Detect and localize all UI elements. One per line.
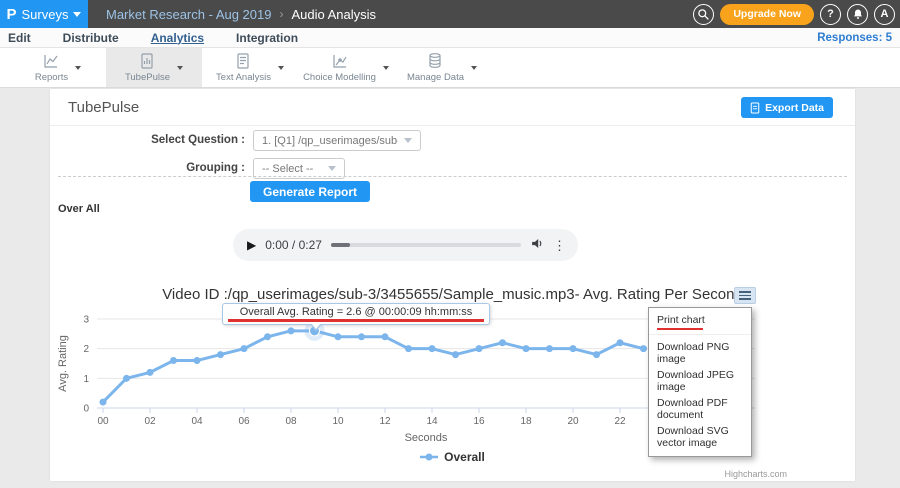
- chart-context-menu-button[interactable]: [734, 287, 756, 304]
- svg-text:2: 2: [83, 344, 89, 355]
- menu-item-download-png[interactable]: Download PNG image: [649, 339, 751, 367]
- menu-item-download-svg[interactable]: Download SVG vector image: [649, 423, 751, 451]
- svg-text:14: 14: [426, 416, 438, 427]
- volume-button[interactable]: [530, 237, 544, 253]
- tooltip-arrow: [310, 324, 322, 331]
- chevron-down-icon: [278, 66, 284, 70]
- svg-text:20: 20: [567, 416, 579, 427]
- product-switcher[interactable]: P Surveys: [0, 0, 88, 28]
- choice-chart-icon: [331, 52, 349, 70]
- speaker-icon: [530, 237, 544, 250]
- menu-item-download-jpeg[interactable]: Download JPEG image: [649, 367, 751, 395]
- annotation-underline: [228, 319, 484, 322]
- search-icon: [697, 8, 710, 21]
- audio-player: ▶ 0:00 / 0:27 ⋮: [233, 229, 578, 261]
- tubepulse-panel: TubePulse Export Data Select Question : …: [50, 89, 855, 481]
- database-icon: [426, 52, 444, 70]
- svg-text:06: 06: [238, 416, 250, 427]
- menu-item-download-pdf[interactable]: Download PDF document: [649, 395, 751, 423]
- play-button[interactable]: ▶: [247, 238, 256, 252]
- app-header: P Surveys Market Research - Aug 2019 › A…: [0, 0, 900, 28]
- analytics-toolbar: Reports TubePulse Text Analysis Choice M…: [0, 48, 900, 88]
- select-question-label: Select Question :: [50, 134, 245, 146]
- responses-count[interactable]: Responses: 5: [817, 32, 892, 44]
- svg-text:22: 22: [614, 416, 626, 427]
- menu-separator: [649, 334, 751, 335]
- panel-title: TubePulse: [68, 99, 139, 116]
- grouping-label: Grouping :: [50, 162, 245, 174]
- breadcrumb-survey-link[interactable]: Market Research - Aug 2019: [106, 7, 271, 22]
- svg-text:02: 02: [144, 416, 156, 427]
- chevron-down-icon: [177, 66, 183, 70]
- nav-item-distribute[interactable]: Distribute: [63, 31, 119, 45]
- chevron-down-icon: [75, 66, 81, 70]
- svg-text:3: 3: [83, 314, 89, 325]
- tooltip-text: Overall Avg. Rating = 2.6 @ 00:00:09 hh:…: [240, 306, 473, 318]
- svg-text:0: 0: [83, 404, 89, 415]
- svg-text:04: 04: [191, 416, 203, 427]
- svg-text:Seconds: Seconds: [405, 432, 448, 444]
- toolbar-item-reports[interactable]: Reports: [10, 48, 106, 87]
- breadcrumb-current-page: Audio Analysis: [291, 7, 376, 22]
- search-button[interactable]: [693, 4, 714, 25]
- chart-legend[interactable]: Overall: [50, 450, 855, 464]
- legend-item-overall: Overall: [444, 450, 485, 464]
- svg-text:18: 18: [520, 416, 532, 427]
- chart-tooltip: Overall Avg. Rating = 2.6 @ 00:00:09 hh:…: [222, 303, 490, 325]
- toolbar-item-manage-data[interactable]: Manage Data: [394, 48, 490, 87]
- export-data-button[interactable]: Export Data: [741, 97, 833, 118]
- player-menu-button[interactable]: ⋮: [553, 239, 566, 252]
- highcharts-credit[interactable]: Highcharts.com: [724, 469, 787, 479]
- svg-text:Avg. Rating: Avg. Rating: [57, 335, 69, 392]
- upgrade-now-button[interactable]: Upgrade Now: [720, 4, 814, 25]
- svg-text:08: 08: [285, 416, 297, 427]
- breadcrumb-separator-icon: ›: [279, 7, 283, 21]
- chart-container: Video ID :/qp_userimages/sub-3/3455655/S…: [50, 284, 855, 481]
- notifications-button[interactable]: [847, 4, 868, 25]
- chart-export-menu: Print chart Download PNG image Download …: [648, 307, 752, 457]
- seek-bar[interactable]: [331, 243, 521, 247]
- chevron-down-icon: [404, 138, 412, 143]
- svg-text:10: 10: [332, 416, 344, 427]
- svg-text:12: 12: [379, 416, 391, 427]
- seek-bar-progress: [331, 243, 350, 247]
- nav-item-analytics[interactable]: Analytics: [151, 31, 204, 45]
- bell-icon: [852, 8, 864, 20]
- chevron-down-icon: [383, 66, 389, 70]
- chevron-down-icon: [73, 12, 81, 17]
- product-name: Surveys: [22, 7, 69, 22]
- header-actions: Upgrade Now ? A: [693, 4, 895, 25]
- tubepulse-icon: [138, 52, 156, 70]
- toolbar-item-choice-modelling[interactable]: Choice Modelling: [298, 48, 394, 87]
- toolbar-item-text-analysis[interactable]: Text Analysis: [202, 48, 298, 87]
- questionpro-logo: P: [7, 6, 17, 23]
- line-chart-icon: [42, 52, 60, 70]
- chevron-down-icon: [328, 166, 336, 171]
- svg-text:00: 00: [97, 416, 109, 427]
- generate-report-button[interactable]: Generate Report: [250, 181, 370, 202]
- player-time: 0:00 / 0:27: [265, 238, 322, 252]
- account-avatar[interactable]: A: [874, 4, 895, 25]
- hamburger-icon: [739, 291, 751, 293]
- export-file-icon: [750, 102, 760, 114]
- help-button[interactable]: ?: [820, 4, 841, 25]
- nav-item-integration[interactable]: Integration: [236, 31, 298, 45]
- annotation-underline: [657, 328, 703, 330]
- form-separator: [58, 176, 847, 177]
- panel-header: TubePulse Export Data: [50, 89, 855, 126]
- nav-item-edit[interactable]: Edit: [8, 31, 31, 45]
- menu-item-print-chart[interactable]: Print chart: [649, 312, 751, 328]
- legend-marker-icon: [420, 452, 438, 462]
- select-question-dropdown[interactable]: 1. [Q1] /qp_userimages/sub-3/3455655/S..…: [253, 130, 421, 151]
- text-document-icon: [234, 52, 252, 70]
- svg-text:1: 1: [83, 374, 89, 385]
- breadcrumb: Market Research - Aug 2019 › Audio Analy…: [106, 7, 376, 22]
- page-content: TubePulse Export Data Select Question : …: [0, 89, 900, 488]
- survey-nav: Edit Distribute Analytics Integration Re…: [0, 28, 900, 48]
- svg-text:16: 16: [473, 416, 485, 427]
- chevron-down-icon: [471, 66, 477, 70]
- toolbar-item-tubepulse[interactable]: TubePulse: [106, 48, 202, 87]
- overall-section-label: Over All: [58, 203, 100, 215]
